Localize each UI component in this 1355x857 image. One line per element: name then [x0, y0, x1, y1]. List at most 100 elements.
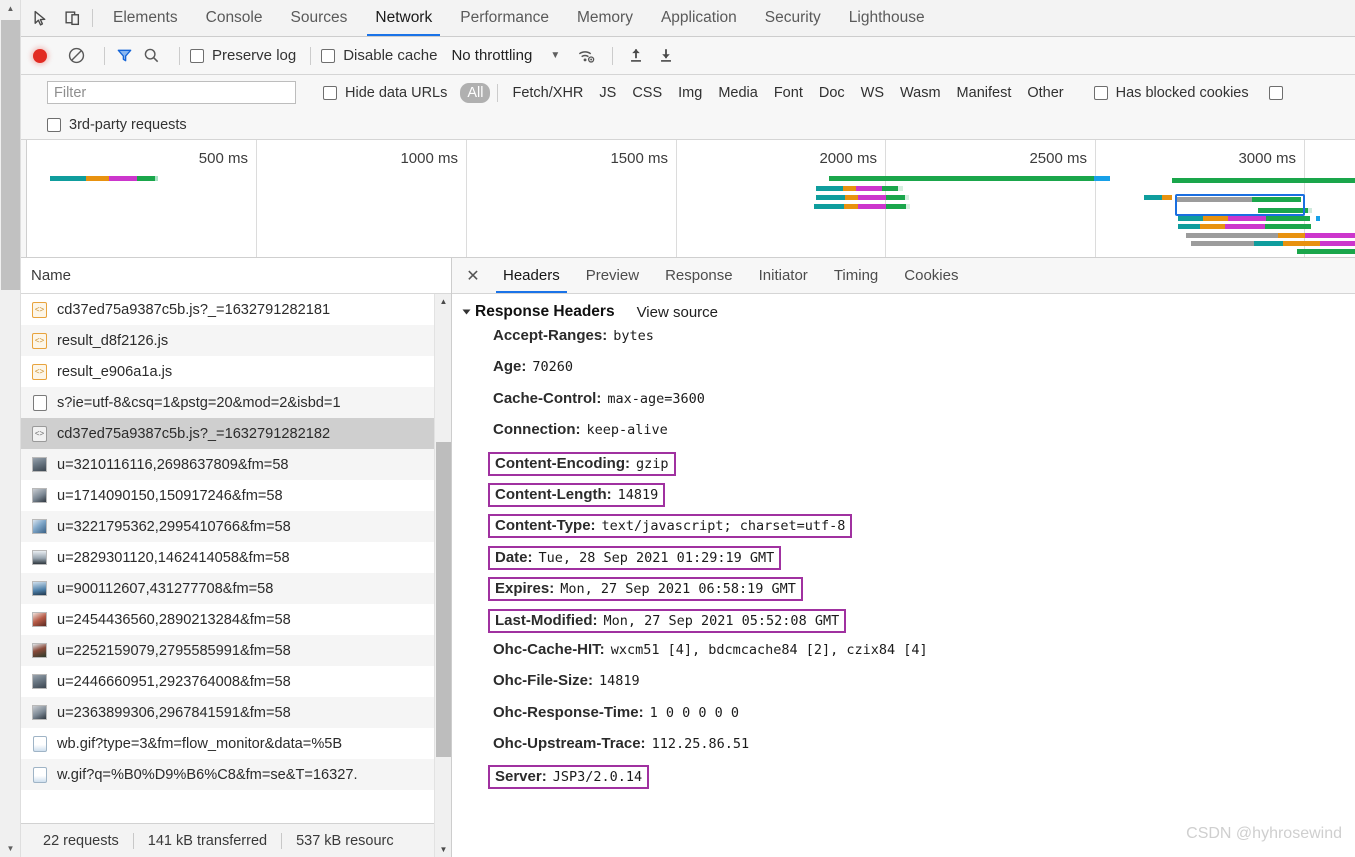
page-scroll-thumb[interactable] — [1, 20, 20, 290]
clear-icon[interactable] — [67, 46, 86, 65]
waterfall-bar-segment — [1283, 241, 1320, 246]
request-row[interactable]: wb.gif?type=3&fm=flow_monitor&data=%5B — [21, 728, 451, 759]
throttling-select[interactable]: No throttling — [451, 47, 532, 64]
filter-type-ws[interactable]: WS — [854, 83, 891, 103]
filter-type-manifest[interactable]: Manifest — [950, 83, 1019, 103]
third-party-requests-checkbox-box[interactable] — [47, 117, 61, 132]
waterfall-bar-segment — [906, 204, 910, 209]
tab-sources[interactable]: Sources — [277, 0, 362, 36]
request-scroll-down-arrow[interactable]: ▼ — [435, 842, 452, 857]
preserve-log-label: Preserve log — [212, 47, 297, 64]
tab-elements[interactable]: Elements — [99, 0, 192, 36]
response-header-row: Server: JSP3/2.0.14 — [488, 765, 1355, 796]
hide-data-urls-checkbox[interactable]: Hide data URLs — [323, 85, 447, 101]
response-header-name: Expires: — [495, 580, 555, 598]
waterfall-bar-segment — [886, 195, 905, 200]
request-scroll-up-arrow[interactable]: ▲ — [435, 294, 452, 309]
tab-performance[interactable]: Performance — [446, 0, 563, 36]
js-glyph: <> — [32, 363, 47, 380]
view-source-link[interactable]: View source — [637, 304, 718, 321]
request-row[interactable]: u=3221795362,2995410766&fm=58 — [21, 511, 451, 542]
detail-tab-headers[interactable]: Headers — [490, 258, 573, 293]
detail-tab-initiator[interactable]: Initiator — [746, 258, 821, 293]
request-row[interactable]: u=2829301120,1462414058&fm=58 — [21, 542, 451, 573]
image-thumbnail-icon — [31, 549, 48, 566]
tab-console[interactable]: Console — [192, 0, 277, 36]
filter-type-img[interactable]: Img — [671, 83, 709, 103]
page-scrollbar[interactable]: ▲ ▼ — [0, 0, 21, 857]
detail-tab-cookies[interactable]: Cookies — [891, 258, 971, 293]
hide-data-urls-checkbox-box[interactable] — [323, 85, 337, 100]
request-row[interactable]: u=2454436560,2890213284&fm=58 — [21, 604, 451, 635]
disable-cache-checkbox-box[interactable] — [321, 48, 336, 63]
chevron-down-icon[interactable] — [462, 309, 471, 315]
request-row[interactable]: w.gif?q=%B0%D9%B6%C8&fm=se&T=16327. — [21, 759, 451, 790]
column-header-name[interactable]: Name — [31, 267, 71, 284]
chevron-down-icon[interactable]: ▼ — [550, 50, 560, 61]
request-row[interactable]: <> result_d8f2126.js — [21, 325, 451, 356]
request-row-name: u=2446660951,2923764008&fm=58 — [57, 673, 291, 690]
request-row[interactable]: <> result_e906a1a.js — [21, 356, 451, 387]
detail-tab-timing[interactable]: Timing — [821, 258, 891, 293]
inspect-element-icon[interactable] — [24, 3, 56, 33]
has-blocked-cookies-checkbox[interactable]: Has blocked cookies — [1093, 85, 1249, 101]
filter-type-css[interactable]: CSS — [625, 83, 669, 103]
js-glyph: <> — [32, 425, 47, 442]
preserve-log-checkbox-box[interactable] — [190, 48, 204, 63]
disable-cache-checkbox[interactable]: Disable cache — [321, 47, 437, 64]
close-icon[interactable]: ✕ — [460, 263, 486, 289]
request-list-scrollbar[interactable]: ▲ ▼ — [434, 294, 451, 857]
page-scroll-down-arrow[interactable]: ▼ — [0, 840, 21, 857]
detail-tab-preview[interactable]: Preview — [573, 258, 652, 293]
export-har-icon[interactable] — [657, 46, 675, 65]
image-thumbnail-glyph — [32, 488, 47, 503]
request-scroll-thumb[interactable] — [436, 442, 451, 757]
filter-type-media[interactable]: Media — [711, 83, 765, 103]
device-toolbar-icon[interactable] — [56, 3, 88, 33]
request-row[interactable]: <> cd37ed75a9387c5b.js?_=1632791282181 — [21, 294, 451, 325]
tab-memory[interactable]: Memory — [563, 0, 647, 36]
response-headers-title[interactable]: Response Headers — [475, 303, 615, 320]
response-header-value: keep-alive — [586, 422, 668, 439]
preserve-log-checkbox[interactable]: Preserve log — [190, 47, 296, 64]
filter-type-font[interactable]: Font — [767, 83, 810, 103]
tab-security[interactable]: Security — [751, 0, 835, 36]
filter-funnel-icon[interactable] — [115, 46, 134, 65]
filter-input[interactable] — [47, 81, 296, 104]
tab-lighthouse[interactable]: Lighthouse — [835, 0, 939, 36]
network-overview-timeline[interactable]: 500 ms 1000 ms 1500 ms 2000 ms 2500 ms 3000 m… — [21, 140, 1355, 258]
request-row[interactable]: u=900112607,431277708&fm=58 — [21, 573, 451, 604]
request-row[interactable]: u=2252159079,2795585991&fm=58 — [21, 635, 451, 666]
import-har-icon[interactable] — [627, 46, 645, 65]
has-blocked-cookies-checkbox-box[interactable] — [1093, 85, 1108, 100]
tab-application[interactable]: Application — [647, 0, 751, 36]
filter-type-doc[interactable]: Doc — [812, 83, 852, 103]
third-party-requests-checkbox[interactable]: 3rd-party requests — [47, 117, 187, 133]
waterfall-bar-segment — [109, 176, 137, 181]
response-header-row: Content-Type: text/javascript; charset=ut… — [488, 514, 1355, 545]
detail-tab-response[interactable]: Response — [652, 258, 746, 293]
network-conditions-icon[interactable] — [576, 46, 596, 65]
filter-type-wasm[interactable]: Wasm — [893, 83, 948, 103]
filter-type-all[interactable]: All — [460, 82, 491, 103]
image-thumbnail-glyph — [32, 612, 47, 627]
document-glyph — [32, 394, 47, 411]
blocked-requests-checkbox-box[interactable] — [1268, 85, 1283, 100]
request-row[interactable]: u=1714090150,150917246&fm=58 — [21, 480, 451, 511]
request-row[interactable]: u=3210116116,2698637809&fm=58 — [21, 449, 451, 480]
response-headers-toggle[interactable]: Response Headers — [462, 303, 615, 321]
filter-type-other[interactable]: Other — [1020, 83, 1070, 103]
record-button[interactable] — [33, 48, 47, 63]
waterfall-bar-segment — [1320, 241, 1355, 246]
tab-network[interactable]: Network — [361, 0, 446, 36]
response-header-row: Content-Length: 14819 — [488, 482, 1355, 514]
request-list[interactable]: <> cd37ed75a9387c5b.js?_=1632791282181 <> r… — [21, 294, 451, 823]
filter-type-fetch-xhr[interactable]: Fetch/XHR — [505, 83, 590, 103]
request-row[interactable]: u=2363899306,2967841591&fm=58 — [21, 697, 451, 728]
request-row[interactable]: <> cd37ed75a9387c5b.js?_=1632791282182 — [21, 418, 451, 449]
filter-type-js[interactable]: JS — [592, 83, 623, 103]
page-scroll-up-arrow[interactable]: ▲ — [0, 0, 21, 17]
search-icon[interactable] — [142, 46, 161, 65]
request-row[interactable]: s?ie=utf-8&csq=1&pstg=20&mod=2&isbd=1 — [21, 387, 451, 418]
request-row[interactable]: u=2446660951,2923764008&fm=58 — [21, 666, 451, 697]
